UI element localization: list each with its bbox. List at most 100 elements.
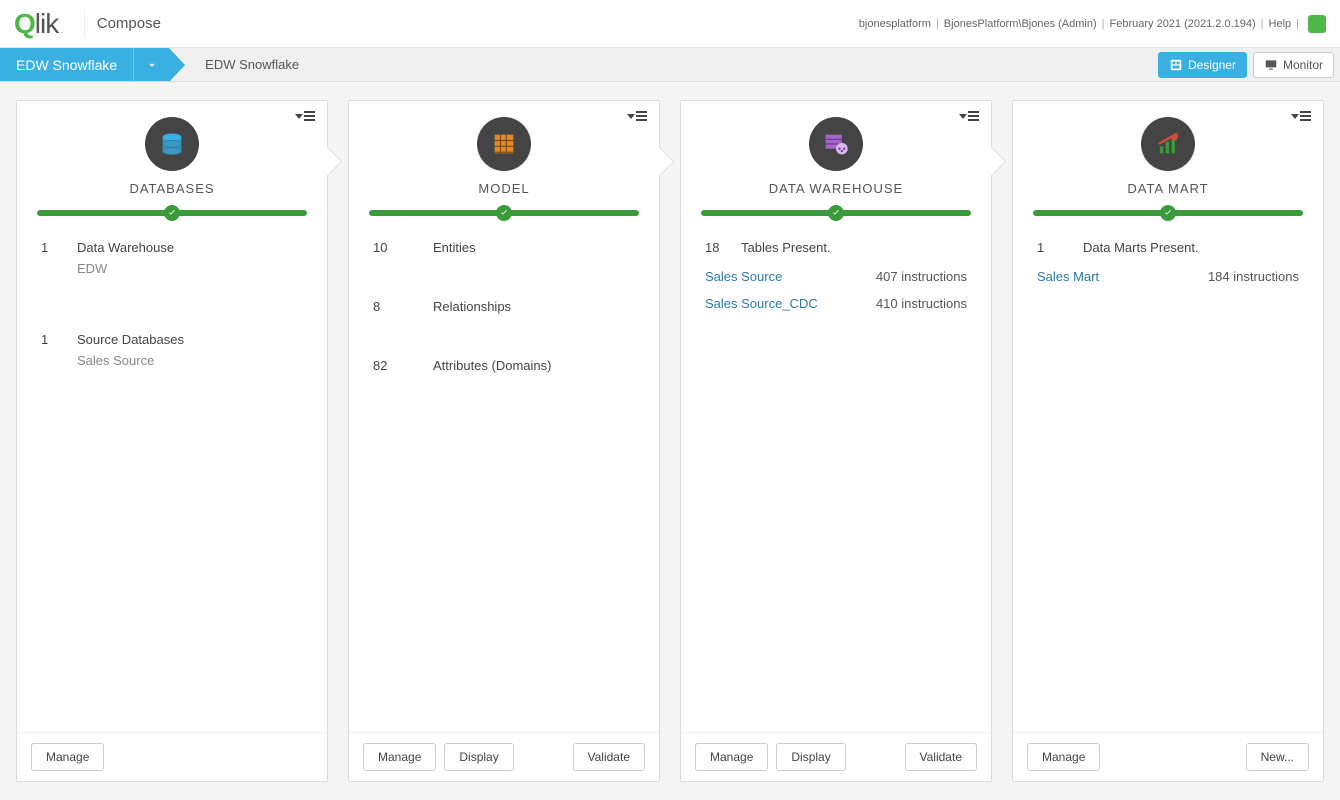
help-link[interactable]: Help: [1269, 18, 1292, 30]
stat-marts: 1 Data Marts Present.: [1037, 240, 1299, 255]
card-body: 10 Entities 8 Relationships 82 Attribute…: [349, 224, 659, 732]
workspace: DATABASES 1 Data Warehouse EDW 1 Source …: [0, 82, 1340, 800]
stat-label: Attributes (Domains): [433, 358, 635, 373]
card-body: 18 Tables Present. Sales Source 407 inst…: [681, 224, 991, 732]
new-button[interactable]: New...: [1246, 743, 1309, 771]
task-link-sales-source-cdc[interactable]: Sales Source_CDC: [705, 296, 818, 311]
card-footer: Manage New...: [1013, 732, 1323, 781]
breadcrumb-item[interactable]: EDW Snowflake: [205, 57, 299, 72]
card-title: DATA MART: [1127, 181, 1208, 196]
manage-button[interactable]: Manage: [363, 743, 436, 771]
card-model: MODEL 10 Entities 8 Relationships 82 Att…: [348, 100, 660, 782]
card-title: DATABASES: [129, 181, 214, 196]
progress-bar: [701, 210, 971, 216]
chat-icon[interactable]: [1308, 15, 1326, 33]
progress-check-icon: [164, 205, 180, 221]
progress-bar: [1033, 210, 1303, 216]
card-menu-dwh[interactable]: [959, 111, 979, 121]
dropdown-icon: [1291, 114, 1299, 119]
brand-rest: lik: [35, 8, 58, 40]
dropdown-icon: [959, 114, 967, 119]
display-button[interactable]: Display: [776, 743, 845, 771]
card-menu-mart[interactable]: [1291, 111, 1311, 121]
task-instructions: 184 instructions: [1208, 269, 1299, 284]
monitor-label: Monitor: [1283, 58, 1323, 72]
hamburger-icon: [968, 111, 979, 121]
src-name: Sales Source: [77, 353, 303, 368]
display-button[interactable]: Display: [444, 743, 513, 771]
brand-tm: .: [60, 25, 62, 35]
stat-label: Data Marts Present.: [1083, 240, 1299, 255]
card-title: MODEL: [478, 181, 529, 196]
task-row: Sales Source_CDC 410 instructions: [705, 296, 967, 311]
manage-button[interactable]: Manage: [31, 743, 104, 771]
version-label: February 2021 (2021.2.0.194): [1110, 18, 1256, 30]
task-link-sales-mart[interactable]: Sales Mart: [1037, 269, 1099, 284]
dropdown-icon: [295, 114, 303, 119]
stat-count: 10: [373, 240, 433, 255]
card-body: 1 Data Warehouse EDW 1 Source Databases …: [17, 224, 327, 732]
tenant-label[interactable]: bjonesplatform: [859, 18, 931, 30]
task-row: Sales Source 407 instructions: [705, 269, 967, 284]
card-data-warehouse: DATA WAREHOUSE 18 Tables Present. Sales …: [680, 100, 992, 782]
stat-label: Entities: [433, 240, 635, 255]
validate-button[interactable]: Validate: [905, 743, 977, 771]
nav-project-label: EDW Snowflake: [16, 57, 117, 73]
card-footer: Manage Display Validate: [349, 732, 659, 781]
stat-relationships: 8 Relationships: [373, 299, 635, 314]
database-icon: [145, 117, 199, 171]
progress-bar: [37, 210, 307, 216]
card-header: DATABASES: [17, 101, 327, 196]
product-name: Compose: [84, 9, 173, 38]
stat-attributes: 82 Attributes (Domains): [373, 358, 635, 373]
task-link-sales-source[interactable]: Sales Source: [705, 269, 782, 284]
stat-count: 8: [373, 299, 433, 314]
stat-entities: 10 Entities: [373, 240, 635, 255]
stat-data-warehouse: 1 Data Warehouse: [41, 240, 303, 255]
stat-label: Tables Present.: [741, 240, 967, 255]
hamburger-icon: [304, 111, 315, 121]
dropdown-icon: [627, 114, 635, 119]
progress-check-icon: [496, 205, 512, 221]
manage-button[interactable]: Manage: [695, 743, 768, 771]
breadcrumb: EDW Snowflake: [169, 48, 299, 81]
stat-count: 18: [705, 240, 741, 255]
designer-icon: [1169, 58, 1183, 72]
user-label[interactable]: BjonesPlatform\Bjones (Admin): [944, 18, 1097, 30]
brand-logo: Qlik.: [14, 8, 62, 40]
stat-tables: 18 Tables Present.: [705, 240, 967, 255]
card-footer: Manage Display Validate: [681, 732, 991, 781]
stat-count: 1: [1037, 240, 1083, 255]
card-body: 1 Data Marts Present. Sales Mart 184 ins…: [1013, 224, 1323, 732]
stat-count: 82: [373, 358, 433, 373]
card-data-mart: DATA MART 1 Data Marts Present. Sales Ma…: [1012, 100, 1324, 782]
designer-label: Designer: [1188, 58, 1236, 72]
card-footer: Manage: [17, 732, 327, 781]
stat-label: Data Warehouse: [77, 240, 303, 255]
app-header: Qlik. Compose bjonesplatform | BjonesPla…: [0, 0, 1340, 48]
progress-check-icon: [828, 205, 844, 221]
designer-tab[interactable]: Designer: [1158, 52, 1247, 78]
card-menu-model[interactable]: [627, 111, 647, 121]
nav-project[interactable]: EDW Snowflake: [0, 48, 133, 81]
monitor-tab[interactable]: Monitor: [1253, 52, 1334, 78]
hamburger-icon: [1300, 111, 1311, 121]
card-header: DATA WAREHOUSE: [681, 101, 991, 196]
card-menu-databases[interactable]: [295, 111, 315, 121]
card-databases: DATABASES 1 Data Warehouse EDW 1 Source …: [16, 100, 328, 782]
nav-project-dropdown[interactable]: [133, 48, 169, 81]
hamburger-icon: [636, 111, 647, 121]
card-header: DATA MART: [1013, 101, 1323, 196]
validate-button[interactable]: Validate: [573, 743, 645, 771]
manage-button[interactable]: Manage: [1027, 743, 1100, 771]
stat-label: Source Databases: [77, 332, 303, 347]
card-title: DATA WAREHOUSE: [769, 181, 903, 196]
header-right: bjonesplatform | BjonesPlatform\Bjones (…: [859, 15, 1326, 33]
task-row: Sales Mart 184 instructions: [1037, 269, 1299, 284]
nav-right: Designer Monitor: [1158, 48, 1340, 81]
task-instructions: 410 instructions: [876, 296, 967, 311]
warehouse-icon: [809, 117, 863, 171]
card-header: MODEL: [349, 101, 659, 196]
progress-check-icon: [1160, 205, 1176, 221]
dw-name: EDW: [77, 261, 303, 276]
